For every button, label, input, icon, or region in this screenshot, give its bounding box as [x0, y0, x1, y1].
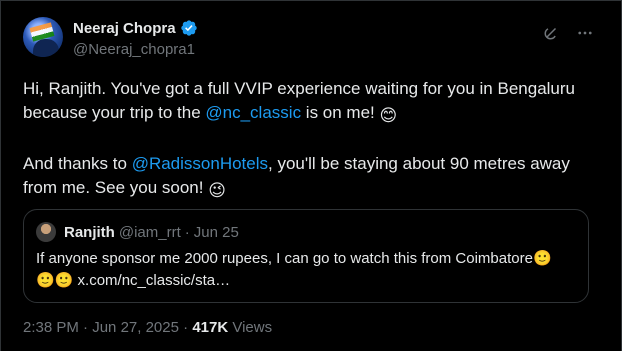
meta-separator: ·: [183, 319, 189, 336]
author-handle[interactable]: @Neeraj_chopra1: [73, 41, 195, 58]
meta-separator: ·: [184, 223, 190, 241]
verified-badge-icon[interactable]: [180, 19, 198, 37]
text-span: And thanks to: [23, 154, 132, 173]
meta-separator: ·: [83, 319, 89, 336]
author-name[interactable]: Neeraj Chopra: [73, 20, 176, 37]
tweet-actions-top: [541, 23, 595, 43]
tweet-metadata: 2:38 PM · Jun 27, 2025 · 417K Views: [23, 319, 272, 336]
smile-emoji: 🙂: [532, 250, 552, 267]
avatar-figure: [33, 39, 59, 57]
quoted-author-name: Ranjith: [64, 223, 115, 241]
mention-link[interactable]: @nc_classic: [205, 103, 301, 122]
tweet-date[interactable]: Jun 27, 2025: [92, 319, 179, 336]
tweet-card: Neeraj Chopra @Neeraj_chopra1 Hi, Ranjit…: [0, 0, 622, 351]
tweet-text: Hi, Ranjith. You've got a full VVIP expe…: [23, 77, 603, 203]
tweet-paragraph-2: And thanks to @RadissonHotels, you'll be…: [23, 152, 603, 203]
quoted-author-avatar: [36, 222, 56, 242]
more-icon[interactable]: [575, 23, 595, 43]
tweet-paragraph-1: Hi, Ranjith. You've got a full VVIP expe…: [23, 77, 603, 128]
author-avatar[interactable]: [23, 17, 63, 57]
views-label: Views: [232, 319, 273, 336]
views-count: 417K: [192, 319, 229, 336]
quoted-author-handle: @iam_rrt: [118, 223, 181, 241]
smile-emoji: 🙂: [54, 272, 74, 289]
mention-link[interactable]: @RadissonHotels: [132, 154, 268, 173]
quoted-tweet-header: Ranjith @iam_rrt · Jun 25: [36, 222, 576, 242]
wink-emoji: 😉: [208, 181, 226, 200]
smile-emoji: 🙂: [36, 272, 55, 289]
quoted-tweet[interactable]: Ranjith @iam_rrt · Jun 25 If anyone spon…: [23, 209, 589, 303]
quoted-tweet-text: If anyone sponsor me 2000 rupees, I can …: [36, 248, 576, 292]
text-span: is on me!: [301, 103, 380, 122]
tweet-time[interactable]: 2:38 PM: [23, 319, 79, 336]
quoted-link[interactable]: x.com/nc_classic/sta…: [78, 272, 231, 289]
quoted-tweet-date: Jun 25: [193, 223, 239, 241]
quoted-text-line: If anyone sponsor me 2000 rupees, I can …: [36, 250, 533, 267]
smiling-emoji: 😊: [379, 106, 398, 125]
author-name-row: Neeraj Chopra: [73, 19, 198, 37]
grok-icon[interactable]: [541, 23, 561, 43]
